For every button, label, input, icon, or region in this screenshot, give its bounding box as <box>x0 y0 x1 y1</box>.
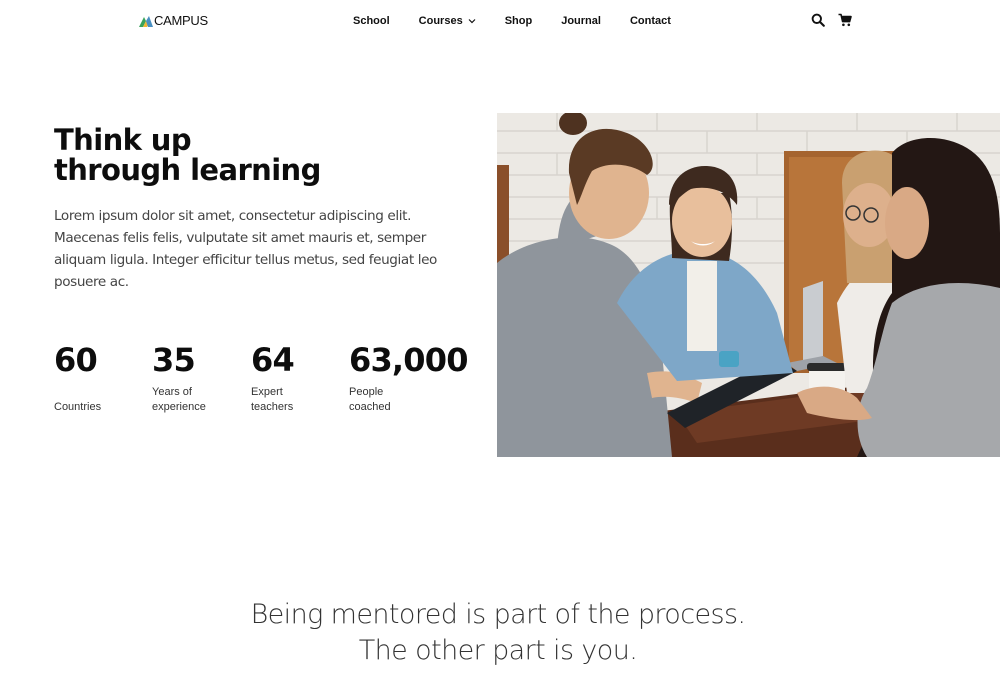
stat-label-line: Expert <box>251 386 283 398</box>
quote-line: Being mentored is part of the process. <box>250 599 746 630</box>
stat-teachers: 64 Expert teachers <box>251 340 331 415</box>
stat-label: People coached <box>349 385 429 415</box>
search-icon[interactable] <box>811 13 825 27</box>
stat-label-line: People <box>349 386 384 398</box>
stat-value: 35 <box>152 341 196 379</box>
stat-label: Expert teachers <box>251 385 331 415</box>
stat-countries: 60 Countries <box>54 340 134 415</box>
page: CAMPUS School Courses Shop Journal Conta… <box>0 0 1000 700</box>
stat-label-line: Countries <box>54 401 102 413</box>
hero-title-line: Think up <box>54 123 192 157</box>
nav-item-journal[interactable]: Journal <box>561 14 601 28</box>
nav-item-label: School <box>353 15 390 27</box>
stat-label-line: experience <box>152 401 206 413</box>
hero-title-line: through learning <box>54 153 321 187</box>
nav-item-label: Courses <box>418 15 463 27</box>
nav-item-courses[interactable]: Courses <box>419 14 476 28</box>
site-header: CAMPUS School Courses Shop Journal Conta… <box>0 0 1000 42</box>
stat-label-line: coached <box>349 401 391 413</box>
stat-label-line: teachers <box>251 401 294 413</box>
nav-item-contact[interactable]: Contact <box>630 14 671 28</box>
mentoring-quote: Being mentored is part of the process. T… <box>0 597 996 669</box>
logo[interactable]: CAMPUS <box>139 14 208 28</box>
nav-item-school[interactable]: School <box>353 14 390 28</box>
stat-value: 63,000 <box>349 341 468 379</box>
header-tools <box>811 13 852 27</box>
students-studying-photo <box>497 113 1000 457</box>
stat-label-line: Years of <box>152 386 192 398</box>
nav-item-label: Contact <box>629 15 671 27</box>
hero-description: Lorem ipsum dolor sit amet, consectetur … <box>54 208 437 290</box>
nav-item-label: Journal <box>561 15 601 27</box>
quote-line: The other part is you. <box>358 635 638 666</box>
stat-value: 60 <box>54 341 98 379</box>
stat-value: 64 <box>251 341 295 379</box>
nav-item-label: Shop <box>504 15 533 27</box>
hero-title: Think up through learning <box>54 125 474 185</box>
stat-coached: 63,000 People coached <box>349 340 468 415</box>
logo-mark-icon <box>139 15 153 27</box>
chevron-down-icon <box>468 19 476 24</box>
stat-label: Countries <box>54 400 134 415</box>
stat-years: 35 Years of experience <box>152 340 232 415</box>
cart-icon[interactable] <box>838 13 852 27</box>
logo-text: CAMPUS <box>154 13 208 28</box>
nav-item-shop[interactable]: Shop <box>505 14 533 28</box>
stat-label: Years of experience <box>152 385 232 415</box>
main-nav: School Courses Shop Journal Contact <box>353 14 671 28</box>
